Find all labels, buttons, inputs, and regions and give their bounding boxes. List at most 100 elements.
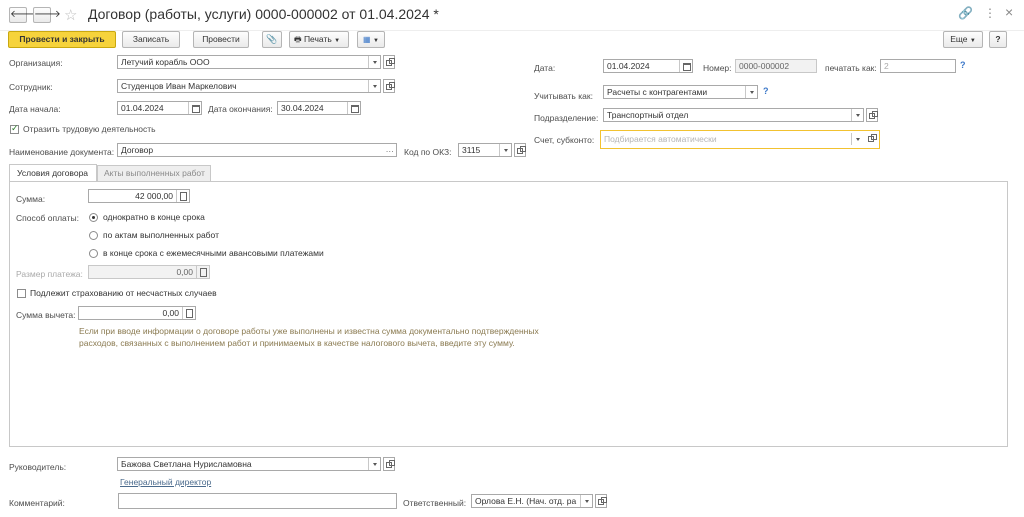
insurance-checkbox[interactable] (17, 289, 26, 298)
document-name-label: Наименование документа: (9, 147, 115, 157)
tab-acts-label: Акты выполненных работ (104, 168, 205, 178)
print-button[interactable]: 🖶 Печать ▼ (289, 31, 349, 48)
link-icon[interactable]: 🔗 (958, 6, 973, 20)
number-field[interactable]: 0000-000002 (735, 59, 817, 73)
post-and-close-button[interactable]: Провести и закрыть (8, 31, 116, 48)
tab-terms[interactable]: Условия договора (9, 164, 97, 182)
dropdown-icon[interactable] (368, 458, 380, 470)
calculator-icon[interactable] (176, 190, 189, 202)
comment-field[interactable] (118, 493, 397, 509)
employee-value: Студенцов Иван Маркелович (121, 81, 237, 91)
ellipsis-icon[interactable]: … (386, 144, 395, 155)
calendar-icon[interactable] (188, 102, 201, 114)
more-button[interactable]: Еще ▼ (943, 31, 983, 48)
responsible-label: Ответственный: (403, 498, 467, 508)
end-date-field[interactable]: 30.04.2024 (277, 101, 361, 115)
insurance-label: Подлежит страхованию от несчастных случа… (30, 288, 217, 298)
calendar-icon[interactable] (347, 102, 360, 114)
number-value: 0000-000002 (739, 61, 790, 71)
document-name-field[interactable]: Договор … (117, 143, 397, 157)
chevron-down-icon: ▼ (969, 38, 976, 44)
comment-label: Комментарий: (9, 498, 65, 508)
account-as-value: Расчеты с контрагентами (607, 87, 708, 97)
open-responsible-icon[interactable] (595, 494, 607, 508)
responsible-field[interactable]: Орлова Е.Н. (Нач. отд. ра (471, 494, 593, 508)
calculator-icon[interactable] (196, 266, 209, 278)
post-button[interactable]: Провести (193, 31, 249, 48)
start-date-field[interactable]: 01.04.2024 (117, 101, 202, 115)
head-position-link[interactable]: Генеральный директор (120, 476, 211, 488)
sum-field[interactable]: 42 000,00 (88, 189, 190, 203)
calculator-icon[interactable] (182, 307, 195, 319)
payment-size-value: 0,00 (176, 267, 193, 277)
pay-by-acts-label: по актам выполненных работ (103, 230, 219, 240)
calendar-icon[interactable] (679, 60, 692, 72)
dropdown-icon[interactable] (368, 56, 380, 68)
department-field[interactable]: Транспортный отдел (603, 108, 864, 122)
reflect-labor-label: Отразить трудовую деятельность (23, 124, 156, 134)
close-icon[interactable]: × (1005, 4, 1013, 20)
okz-label: Код по ОКЗ: (404, 147, 452, 157)
open-okz-icon[interactable] (514, 143, 526, 157)
open-subconto-icon[interactable] (867, 133, 877, 145)
help-icon[interactable]: ? (960, 60, 966, 70)
dropdown-icon[interactable] (745, 86, 757, 98)
help-button[interactable]: ? (989, 31, 1007, 48)
pay-monthly-advance-radio[interactable] (89, 249, 98, 258)
dropdown-icon[interactable] (851, 133, 863, 145)
printer-icon: 🖶 (294, 35, 302, 44)
date-value: 01.04.2024 (607, 61, 650, 71)
dropdown-icon[interactable] (368, 80, 380, 92)
open-employee-icon[interactable] (383, 79, 395, 93)
department-label: Подразделение: (534, 113, 599, 123)
reflect-labor-checkbox[interactable] (10, 123, 19, 134)
more-vertical-icon[interactable]: ⋮ (984, 6, 996, 20)
documents-icon: ▦ (363, 35, 371, 44)
organization-field[interactable]: Летучий корабль ООО (117, 55, 381, 69)
deduction-hint-line1: Если при вводе информации о договоре раб… (79, 326, 539, 336)
pay-by-acts-radio[interactable] (89, 231, 98, 240)
head-value: Бажова Светлана Нурисламовна (121, 459, 252, 469)
okz-field[interactable]: 3115 (458, 143, 512, 157)
favorite-star-icon[interactable]: ☆ (64, 6, 77, 24)
deduction-field[interactable]: 0,00 (78, 306, 196, 320)
chevron-down-icon: ▼ (334, 38, 341, 44)
account-as-label: Учитывать как: (534, 91, 593, 101)
employee-field[interactable]: Студенцов Иван Маркелович (117, 79, 381, 93)
end-date-label: Дата окончания: (208, 104, 273, 114)
okz-value: 3115 (462, 145, 481, 155)
page-title: Договор (работы, услуги) 0000-000002 от … (88, 6, 439, 22)
payment-method-label: Способ оплаты: (16, 213, 79, 223)
attach-button[interactable]: 📎 (262, 31, 282, 48)
print-label: Печать (303, 34, 332, 44)
open-organization-icon[interactable] (383, 55, 395, 69)
open-head-icon[interactable] (383, 457, 395, 471)
account-as-field[interactable]: Расчеты с контрагентами (603, 85, 758, 99)
subconto-placeholder: Подбирается автоматически (604, 134, 717, 144)
paperclip-icon: 📎 (266, 34, 278, 44)
head-label: Руководитель: (9, 462, 67, 472)
responsible-value: Орлова Е.Н. (Нач. отд. ра (475, 496, 577, 506)
related-docs-button[interactable]: ▦ ▼ (357, 31, 385, 48)
head-field[interactable]: Бажова Светлана Нурисламовна (117, 457, 381, 471)
back-button[interactable]: 🡐 (9, 7, 37, 23)
subconto-label: Счет, субконто: (534, 135, 595, 145)
chevron-down-icon: ▼ (372, 38, 379, 44)
print-as-field[interactable]: 2 (880, 59, 956, 73)
dropdown-icon[interactable] (580, 495, 592, 507)
date-field[interactable]: 01.04.2024 (603, 59, 693, 73)
help-icon[interactable]: ? (763, 86, 769, 96)
subconto-field[interactable]: Подбирается автоматически (600, 130, 880, 149)
open-department-icon[interactable] (866, 108, 878, 122)
print-as-label: печатать как: (825, 63, 877, 73)
print-as-value: 2 (884, 61, 889, 71)
forward-button[interactable]: 🡒 (33, 7, 61, 23)
number-label: Номер: (703, 63, 732, 73)
dropdown-icon[interactable] (851, 109, 863, 121)
more-label: Еще (950, 34, 968, 44)
save-button[interactable]: Записать (122, 31, 180, 48)
tab-acts[interactable]: Акты выполненных работ (97, 165, 211, 181)
dropdown-icon[interactable] (499, 144, 511, 156)
payment-size-field[interactable]: 0,00 (88, 265, 210, 279)
pay-once-radio[interactable] (89, 213, 98, 222)
